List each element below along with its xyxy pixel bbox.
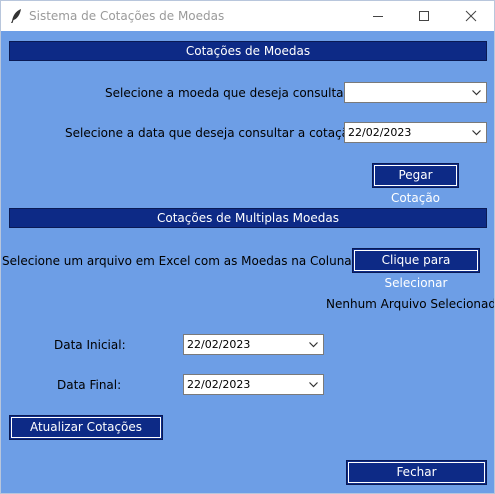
file-status-label: Nenhum Arquivo Selecionado xyxy=(326,297,495,311)
date-label: Selecione a data que deseja consultar a … xyxy=(65,126,361,140)
section-header-single: Cotações de Moedas xyxy=(9,41,487,61)
currency-label: Selecione a moeda que deseja consultar: xyxy=(105,86,353,100)
maximize-button[interactable] xyxy=(401,1,447,31)
minimize-button[interactable] xyxy=(355,1,401,31)
end-date-value: 22/02/2023 xyxy=(187,378,251,391)
start-date-label: Data Inicial: xyxy=(54,338,126,352)
minimize-icon xyxy=(373,16,383,17)
maximize-icon xyxy=(419,11,429,21)
end-date-label: Data Final: xyxy=(57,378,122,392)
get-quote-button[interactable]: Pegar Cotação xyxy=(372,163,459,205)
close-icon xyxy=(465,10,477,22)
chevron-down-icon xyxy=(309,342,318,348)
section-header-multiple: Cotações de Multiplas Moedas xyxy=(9,208,487,228)
chevron-down-icon xyxy=(309,382,318,388)
chevron-down-icon xyxy=(472,90,481,96)
date-value: 22/02/2023 xyxy=(348,126,412,139)
file-label: Selecione um arquivo em Excel com as Moe… xyxy=(2,254,368,268)
chevron-down-icon xyxy=(472,130,481,136)
close-window-button[interactable] xyxy=(448,1,494,31)
end-date-picker[interactable]: 22/02/2023 xyxy=(183,374,324,395)
feather-icon xyxy=(11,9,21,23)
date-picker[interactable]: 22/02/2023 xyxy=(344,122,487,143)
window-title: Sistema de Cotações de Moedas xyxy=(29,9,225,23)
update-quotes-button[interactable]: Atualizar Cotações xyxy=(9,415,163,440)
app-window: Sistema de Cotações de Moedas Cotações d… xyxy=(0,0,495,494)
title-bar[interactable]: Sistema de Cotações de Moedas xyxy=(1,1,494,31)
currency-select[interactable] xyxy=(344,82,487,103)
start-date-picker[interactable]: 22/02/2023 xyxy=(183,334,324,355)
select-file-button[interactable]: Clique para Selecionar xyxy=(352,248,480,290)
close-button[interactable]: Fechar xyxy=(346,460,487,485)
start-date-value: 22/02/2023 xyxy=(187,338,251,351)
